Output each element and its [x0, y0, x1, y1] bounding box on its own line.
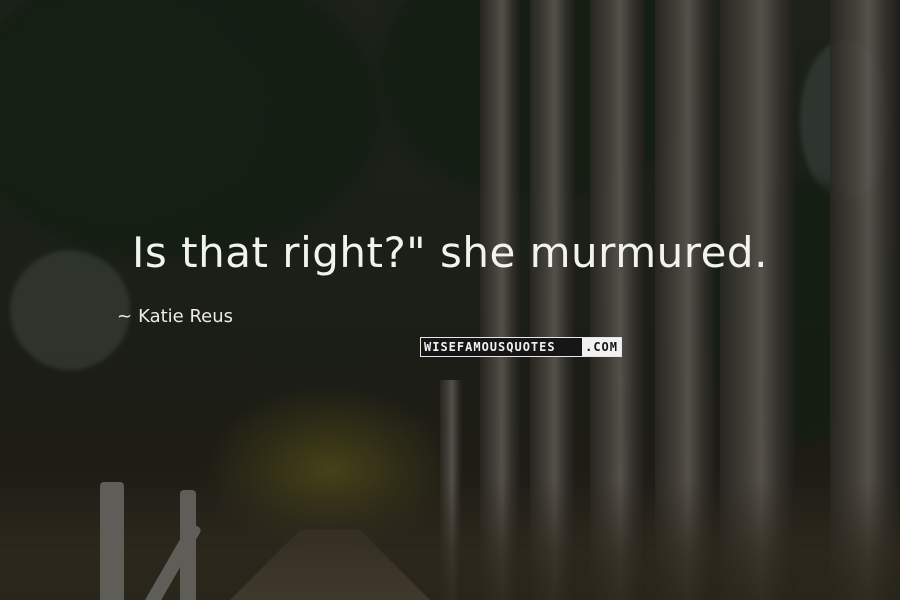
quote-card: Is that right?" she murmured. ~ Katie Reu…: [0, 0, 900, 600]
author-line: ~ Katie Reus: [117, 306, 233, 327]
watermark-part1: WISEFAMOUSQUOTES: [421, 338, 583, 356]
author-dash: ~: [117, 306, 133, 327]
author-name: Katie Reus: [138, 306, 234, 327]
dark-overlay: [0, 0, 900, 600]
quote-text: Is that right?" she murmured.: [132, 228, 768, 277]
watermark-part2: .COM: [582, 338, 621, 356]
watermark-logo: WISEFAMOUSQUOTES .COM: [420, 337, 622, 357]
